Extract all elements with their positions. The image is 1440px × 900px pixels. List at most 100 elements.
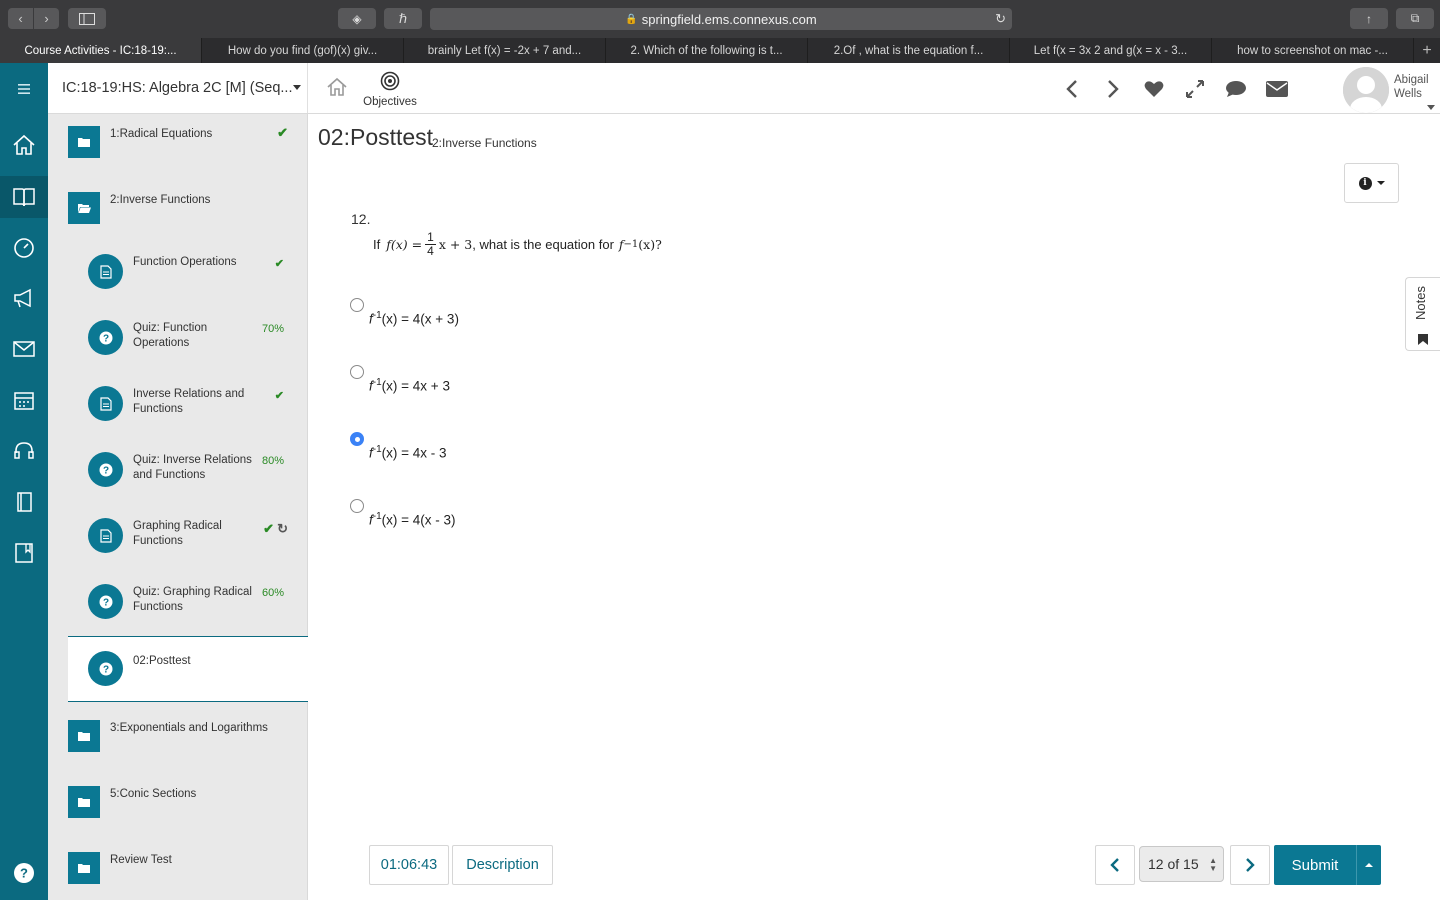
- previous-button[interactable]: [1060, 77, 1083, 100]
- sidebar-item-label: Quiz: Graphing Radical Functions: [133, 586, 252, 613]
- course-sidebar: 1:Radical Equations ✔ 2:Inverse Function…: [48, 114, 308, 900]
- submit-options-button[interactable]: [1356, 845, 1381, 885]
- target-icon: [380, 71, 400, 91]
- info-dropdown-button[interactable]: i: [1344, 163, 1399, 203]
- sidebar-unit-conic-sections[interactable]: 5:Conic Sections: [68, 782, 308, 848]
- previous-question-button[interactable]: [1095, 845, 1135, 885]
- sidebar-unit-radical-equations[interactable]: 1:Radical Equations ✔: [68, 122, 308, 188]
- rail-bookmark[interactable]: [0, 533, 48, 573]
- sidebar-item-quiz-function-operations[interactable]: ? Quiz: Function Operations 70%: [68, 312, 308, 378]
- sidebar-item-graphing-radical[interactable]: Graphing Radical Functions ✔ ↻: [68, 510, 308, 576]
- rail-announcements[interactable]: [0, 278, 48, 318]
- answer-option-selected[interactable]: f-1(x) = 4x - 3: [349, 432, 649, 472]
- sidebar-item-quiz-inverse-relations[interactable]: ? Quiz: Inverse Relations and Functions 8…: [68, 444, 308, 510]
- svg-text:?: ?: [20, 866, 28, 881]
- course-name: IC:18-19:HS: Algebra 2C [M] (Seq...: [62, 80, 293, 96]
- chevron-right-icon: [1107, 79, 1119, 98]
- answer-label: f-1(x) = 4x - 3: [369, 444, 447, 461]
- next-button[interactable]: [1101, 77, 1124, 100]
- browser-tab[interactable]: Course Activities - IC:18-19:...: [0, 38, 202, 63]
- user-last-name: Wells: [1394, 88, 1422, 100]
- rail-calendar[interactable]: [0, 380, 48, 420]
- new-tab-button[interactable]: +: [1414, 38, 1440, 63]
- sidebar-unit-exponentials[interactable]: 3:Exponentials and Logarithms: [68, 716, 308, 782]
- quiz-icon: ?: [88, 320, 123, 355]
- answer-option[interactable]: f-1(x) = 4(x + 3): [349, 298, 649, 338]
- fullscreen-button[interactable]: [1183, 77, 1206, 100]
- radio-button[interactable]: [350, 432, 364, 446]
- sidebar-item-inverse-relations[interactable]: Inverse Relations and Functions ✔: [68, 378, 308, 444]
- radio-button[interactable]: [350, 298, 364, 312]
- browser-tab[interactable]: brainly Let f(x) = -2x + 7 and...: [404, 38, 606, 63]
- sidebar-item-quiz-graphing-radical[interactable]: ? Quiz: Graphing Radical Functions 60%: [68, 576, 308, 642]
- browser-tab[interactable]: How do you find (gof)(x) giv...: [202, 38, 404, 63]
- objectives-button[interactable]: Objectives: [360, 71, 420, 108]
- expand-icon: [1185, 79, 1204, 98]
- user-name[interactable]: Abigail Wells: [1394, 73, 1429, 101]
- share-button[interactable]: ↑: [1350, 8, 1388, 29]
- browser-forward-button[interactable]: ›: [34, 8, 59, 29]
- document-icon: [88, 254, 123, 289]
- sidebar-icon: [79, 12, 95, 25]
- sidebar-unit-review-test[interactable]: Review Test: [68, 848, 308, 900]
- rail-notebook[interactable]: [0, 482, 48, 522]
- rail-support[interactable]: [0, 431, 48, 471]
- rail-help[interactable]: ?: [0, 853, 48, 893]
- sidebar-unit-inverse-functions[interactable]: 2:Inverse Functions: [68, 188, 308, 254]
- question-pager-select[interactable]: 12 of 15 ▲ ▼: [1139, 846, 1224, 882]
- address-bar[interactable]: 🔒 springfield.ems.connexus.com ↻: [430, 8, 1012, 30]
- browser-sidebar-button[interactable]: [68, 8, 106, 29]
- hamburger-icon: [18, 84, 30, 94]
- submit-button[interactable]: Submit: [1274, 845, 1356, 885]
- browser-tab[interactable]: 2.Of , what is the equation f...: [808, 38, 1010, 63]
- course-selector[interactable]: IC:18-19:HS: Algebra 2C [M] (Seq...: [48, 63, 308, 113]
- comments-button[interactable]: [1224, 77, 1247, 100]
- favorite-button[interactable]: [1142, 77, 1165, 100]
- course-header: IC:18-19:HS: Algebra 2C [M] (Seq... Obje…: [48, 63, 1440, 114]
- sidebar-item-posttest[interactable]: ? 02:Posttest: [68, 636, 308, 702]
- pager-value: 12 of 15: [1148, 856, 1199, 872]
- home-icon: [13, 134, 35, 155]
- menu-button[interactable]: [0, 69, 48, 109]
- mail-icon: [13, 341, 35, 357]
- heart-icon: [1144, 80, 1163, 97]
- sidebar-item-label: 3:Exponentials and Logarithms: [110, 722, 268, 734]
- svg-text:?: ?: [102, 465, 108, 476]
- description-button[interactable]: Description: [452, 845, 553, 885]
- answer-option[interactable]: f-1(x) = 4x + 3: [349, 365, 649, 405]
- user-first-name: Abigail: [1394, 74, 1429, 86]
- avatar[interactable]: [1343, 67, 1389, 113]
- browser-back-button[interactable]: ‹: [8, 8, 33, 29]
- chevron-down-icon[interactable]: [1427, 105, 1435, 110]
- next-question-button[interactable]: [1230, 845, 1270, 885]
- browser-tab[interactable]: Let f(x = 3x 2 and g(x = x - 3...: [1010, 38, 1212, 63]
- show-tabs-button[interactable]: ⧉: [1396, 8, 1434, 29]
- extension-button[interactable]: ◈: [338, 8, 376, 29]
- notebook-icon: [17, 492, 32, 512]
- sidebar-item-label: 2:Inverse Functions: [110, 194, 211, 206]
- email-button[interactable]: [1265, 77, 1288, 100]
- browser-tab[interactable]: 2. Which of the following is t...: [606, 38, 808, 63]
- bookmark-icon: [1418, 334, 1428, 345]
- radio-button[interactable]: [350, 365, 364, 379]
- rail-mail[interactable]: [0, 329, 48, 369]
- quiz-icon: ?: [88, 452, 123, 487]
- course-home-button[interactable]: [326, 77, 348, 102]
- rail-dashboard[interactable]: [0, 227, 48, 267]
- answer-option[interactable]: f-1(x) = 4(x - 3): [349, 499, 649, 539]
- quiz-icon: ?: [88, 584, 123, 619]
- rail-home[interactable]: [0, 125, 48, 165]
- rail-courses[interactable]: [0, 176, 48, 218]
- reload-icon[interactable]: ↻: [995, 11, 1006, 27]
- sidebar-item-label: Graphing Radical Functions: [133, 520, 222, 547]
- extension-icon: ◈: [352, 11, 362, 26]
- svg-text:?: ?: [102, 333, 108, 344]
- question-text: If f(x) = 1 4 x + 3 , what is the equati…: [373, 229, 662, 258]
- notes-tab[interactable]: Notes: [1405, 277, 1440, 351]
- extension-button-2[interactable]: ℏ: [384, 8, 422, 29]
- radio-button[interactable]: [350, 499, 364, 513]
- retake-icon[interactable]: ↻: [277, 521, 288, 536]
- browser-tab[interactable]: how to screenshot on mac -...: [1212, 38, 1414, 63]
- sidebar-item-function-operations[interactable]: Function Operations ✔: [68, 246, 308, 312]
- check-icon: ✔: [263, 521, 275, 536]
